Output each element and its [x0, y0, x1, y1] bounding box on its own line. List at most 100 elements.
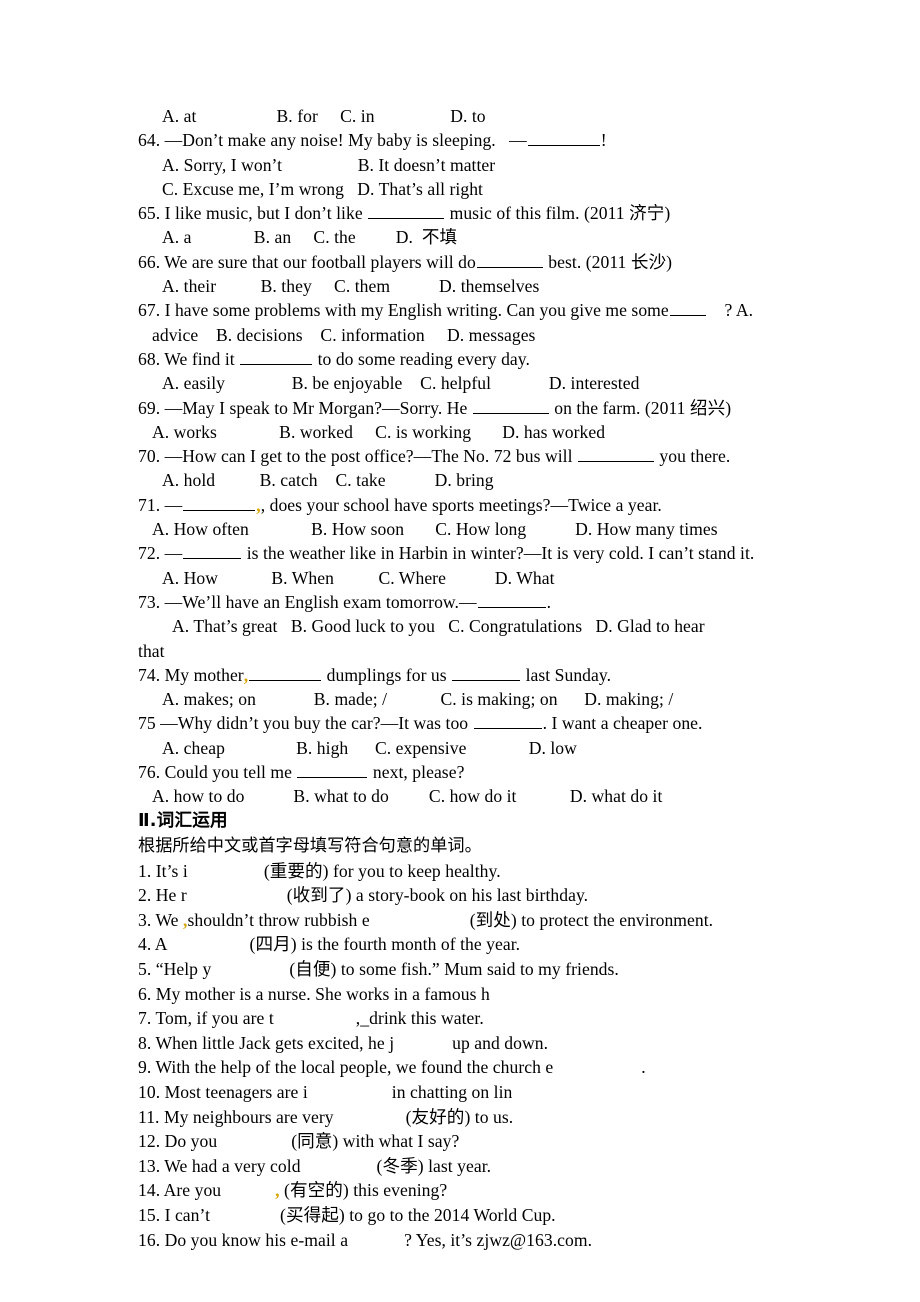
vocab-item-text: It’s i [155, 860, 188, 881]
vocab-item-number: 16. [138, 1229, 165, 1250]
answer-blank[interactable] [553, 1057, 641, 1074]
answer-blank[interactable] [527, 129, 600, 147]
answer-blank[interactable] [477, 590, 546, 608]
vocab-item-hint: (有空的) this evening? [279, 1180, 448, 1201]
answer-blank[interactable] [472, 396, 549, 414]
answer-blank[interactable] [240, 347, 313, 365]
section-heading-vocab: Ⅱ.词汇运用 [138, 810, 228, 831]
question-stem: 75 —Why didn’t you buy the car?—It was t… [138, 711, 812, 735]
answer-blank[interactable] [211, 958, 289, 975]
vocab-item: 4. A (四月) is the fourth month of the year… [138, 932, 812, 957]
vocab-item: 2. He r (收到了) a story-book on his last bi… [138, 883, 812, 908]
question-options-line[interactable]: A. how to do B. what to do C. how do it … [138, 784, 812, 808]
vocab-item-hint: (同意) with what I say? [291, 1131, 460, 1152]
answer-blank[interactable] [669, 299, 706, 317]
answer-blank[interactable] [217, 1130, 291, 1147]
answer-blank[interactable] [168, 934, 250, 951]
question-options-line[interactable]: A. makes; on B. made; / C. is making; on… [138, 687, 812, 711]
answer-blank[interactable] [577, 444, 654, 463]
question-stem-text-tail: is the weather like in Harbin in winter?… [242, 543, 755, 564]
question-stem-text-tail: , does your school have sports meetings?… [260, 494, 662, 515]
answer-blank[interactable] [187, 884, 287, 901]
vocab-item-text: We [155, 909, 183, 930]
question-options-line[interactable]: A. That’s great B. Good luck to you C. C… [138, 614, 812, 638]
question-options-line[interactable]: A. hold B. catch C. take D. bring [138, 468, 812, 492]
vocab-item-number: 6. [138, 983, 156, 1004]
question-stem-text-tail: dumplings for us [322, 664, 452, 685]
answer-blank[interactable] [183, 493, 256, 511]
vocab-item: 6. My mother is a nurse. She works in a … [138, 982, 812, 1007]
answer-blank[interactable] [348, 1229, 404, 1246]
question-stem-text-tail: ! [600, 130, 607, 151]
question-number: 68. [138, 348, 165, 369]
question-options-line[interactable]: A. cheap B. high C. expensive D. low [138, 736, 812, 760]
question-options-line[interactable]: A. How often B. How soon C. How long D. … [138, 517, 812, 541]
question-number: 74. [138, 664, 165, 685]
question-number: 64. [138, 130, 165, 151]
question-stem-text: I like music, but I don’t like [164, 203, 368, 224]
vocab-item: 12. Do you (同意) with what I say? [138, 1129, 812, 1154]
vocab-item-number: 10. [138, 1081, 165, 1102]
question-options-line[interactable]: C. Excuse me, I’m wrong D. That’s all ri… [138, 177, 812, 201]
question-stem: 76. Could you tell me next, please? [138, 760, 812, 784]
vocab-item-hint: (冬季) last year. [376, 1155, 492, 1176]
vocab-item: 3. We ,shouldn’t throw rubbish e (到处) to … [138, 908, 812, 933]
continued-options-line: A. at B. for C. in D. to [162, 106, 486, 126]
vocab-item-hint: (买得起) to go to the 2014 World Cup. [280, 1204, 556, 1225]
answer-blank[interactable] [183, 542, 242, 560]
vocab-item: 10. Most teenagers are i in chatting on l… [138, 1080, 812, 1105]
vocab-item-number: 4. [138, 934, 155, 955]
vocab-item-hint: ,_drink this water. [355, 1008, 484, 1029]
answer-blank[interactable] [476, 250, 543, 268]
vocab-item: 16. Do you know his e-mail a ? Yes, it’s … [138, 1228, 812, 1253]
vocab-item-text-2: shouldn’t throw rubbish e [187, 909, 370, 930]
vocab-item-text: My neighbours are very [163, 1106, 334, 1127]
question-options-line[interactable]: advice B. decisions C. information D. me… [138, 323, 812, 347]
question-stem: 66. We are sure that our football player… [138, 250, 812, 274]
question-stem-text: Could you tell me [164, 762, 297, 783]
question-options-line[interactable]: A. Sorry, I won’t B. It doesn’t matter [138, 153, 812, 177]
question-stem-text-tail: music of this film. (2011 济宁) [445, 203, 671, 224]
question-stem-text-tail: to do some reading every day. [313, 348, 530, 369]
vocab-item: 9. With the help of the local people, we… [138, 1055, 812, 1080]
question-options-line[interactable]: A. their B. they C. them D. themselves [138, 274, 812, 298]
answer-blank[interactable] [334, 1106, 406, 1123]
vocab-item-number: 14. [138, 1180, 164, 1201]
answer-blank[interactable] [301, 1155, 377, 1172]
vocab-item-number: 9. [138, 1057, 156, 1078]
answer-blank[interactable] [188, 860, 264, 877]
vocab-item-hint: (重要的) for you to keep healthy. [263, 860, 501, 881]
vocab-item-text: Most teenagers are i [164, 1081, 308, 1102]
question-number: 76. [138, 762, 165, 783]
question-options-line[interactable]: A. works B. worked C. is working D. has … [138, 420, 812, 444]
question-stem-text: We are sure that our football players wi… [164, 251, 476, 272]
annotation-mark: , [243, 664, 249, 685]
question-options-line[interactable]: that [138, 639, 812, 663]
question-stem: 65. I like music, but I don’t like music… [138, 201, 812, 225]
answer-blank[interactable] [308, 1081, 392, 1098]
answer-blank[interactable] [368, 201, 445, 220]
answer-blank[interactable] [221, 1180, 275, 1197]
answer-blank[interactable] [394, 1032, 452, 1049]
vocab-item-number: 15. [138, 1204, 165, 1225]
vocab-item-text: My mother is a nurse. She works in a fam… [155, 983, 490, 1004]
question-number: 75 [138, 713, 161, 734]
answer-blank[interactable] [210, 1204, 280, 1221]
answer-blank[interactable] [297, 760, 368, 779]
answer-blank-secondary[interactable] [452, 663, 521, 681]
vocab-item-hint: (友好的) to us. [405, 1106, 514, 1127]
vocab-item: 13. We had a very cold (冬季) last year. [138, 1154, 812, 1179]
question-options-line[interactable]: A. easily B. be enjoyable C. helpful D. … [138, 371, 812, 395]
vocab-item-text: He r [155, 885, 187, 906]
answer-blank[interactable] [249, 663, 322, 681]
vocab-item-text: Do you know his e-mail a [164, 1229, 349, 1250]
vocab-item-text: With the help of the local people, we fo… [155, 1057, 554, 1078]
question-stem-text-tail: . [546, 591, 552, 612]
answer-blank[interactable] [274, 1007, 356, 1024]
question-stem: 72. — is the weather like in Harbin in w… [138, 541, 812, 565]
answer-blank[interactable] [473, 712, 542, 730]
question-options-line[interactable]: A. How B. When C. Where D. What [138, 566, 812, 590]
vocab-item: 11. My neighbours are very (友好的) to us. [138, 1105, 812, 1130]
question-options-line[interactable]: A. a B. an C. the D. 不填 [138, 225, 812, 249]
answer-blank[interactable] [370, 909, 470, 926]
